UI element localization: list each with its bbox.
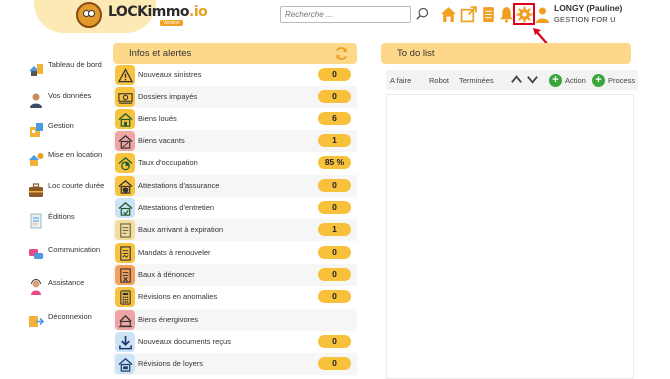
calculator-icon (115, 287, 135, 307)
alert-row-insurance[interactable]: Attestations d'assurance 0 (113, 175, 357, 197)
sidebar-item-rental[interactable]: Mise en location (28, 150, 112, 170)
house-key-icon (115, 109, 135, 129)
suitcase-icon (29, 183, 43, 197)
alert-row-rent-revisions[interactable]: Révisions de loyers 0 (113, 353, 357, 375)
rental-icon (29, 153, 44, 166)
count-badge: 0 (318, 357, 351, 370)
sidebar-item-editions[interactable]: Éditions (28, 212, 112, 232)
count-badge: 1 (318, 134, 351, 147)
mandate-icon (115, 243, 135, 263)
alert-row-rented[interactable]: Biens loués 6 (113, 108, 357, 130)
lease-expiry-icon (115, 220, 135, 240)
user-org: GESTION FOR U (554, 15, 616, 24)
count-badge: 0 (318, 246, 351, 259)
download-icon (115, 332, 135, 352)
count-badge: 0 (318, 90, 351, 103)
alert-row-new-documents[interactable]: Nouveaux documents reçus 0 (113, 331, 357, 353)
sidebar-item-communication[interactable]: Communication (28, 245, 112, 265)
info-panel-title: Infos et alertes (129, 48, 192, 59)
plus-icon: + (592, 73, 605, 87)
search-input[interactable] (280, 6, 411, 23)
mascot-icon (76, 2, 102, 28)
count-badge: 1 (318, 223, 351, 236)
count-badge: 85 % (318, 156, 351, 169)
warning-icon (115, 65, 135, 85)
sidebar-item-dashboard[interactable]: Tableau de bord (28, 60, 112, 80)
sidebar-item-logout[interactable]: Déconnexion (28, 312, 112, 332)
tab-robot[interactable]: Robot (429, 76, 449, 85)
todo-toolbar: A faire Robot Terminées + Action + Proce… (386, 70, 638, 90)
count-badge: 0 (318, 201, 351, 214)
alert-row-maintenance[interactable]: Attestations d'entretien 0 (113, 197, 357, 219)
logout-icon (29, 316, 44, 327)
chevron-up-icon[interactable] (510, 73, 523, 86)
lease-cancel-icon (115, 265, 135, 285)
support-icon (31, 279, 41, 295)
money-icon (115, 87, 135, 107)
occupancy-icon (115, 153, 135, 173)
insurance-icon (115, 176, 135, 196)
alert-row-occupancy[interactable]: Taux d'occupation 85 % (113, 152, 357, 174)
dashboard-icon (29, 64, 43, 76)
maintenance-icon (115, 198, 135, 218)
alert-row-new-claims[interactable]: Nouveaux sinistres 0 (113, 64, 357, 86)
refresh-icon[interactable] (334, 46, 349, 61)
rent-revision-icon (115, 354, 135, 374)
alert-row-vacant[interactable]: Biens vacants 1 (113, 130, 357, 152)
count-badge: 0 (318, 68, 351, 81)
chat-icon (29, 249, 43, 259)
alert-row-energy[interactable]: Biens énergivores (113, 309, 357, 331)
count-badge: 0 (318, 179, 351, 192)
todo-list-content (386, 94, 634, 379)
add-process-button[interactable]: + Process (592, 73, 635, 87)
alert-row-mandates[interactable]: Mandats à renouveler 0 (113, 242, 357, 264)
plus-icon: + (549, 73, 562, 87)
user-name: LONGY (Pauline) (554, 3, 623, 13)
person-icon (30, 93, 42, 108)
home-icon[interactable] (440, 6, 457, 23)
search-icon[interactable] (415, 7, 429, 21)
todo-panel-header: To do list (381, 43, 631, 64)
logo[interactable]: LOCKimmo.io Version (34, 0, 208, 33)
alert-row-anomalies[interactable]: Révisions en anomalies 0 (113, 286, 357, 308)
alert-row-lease-cancel[interactable]: Baux à dénoncer 0 (113, 264, 357, 286)
house-empty-icon (115, 131, 135, 151)
logo-text: LOCKimmo.io (108, 4, 208, 20)
add-action-button[interactable]: + Action (549, 73, 586, 87)
document-icon (30, 213, 42, 229)
external-link-icon[interactable] (460, 6, 477, 23)
gear-icon[interactable] (516, 6, 533, 23)
logo-badge: Version (160, 20, 183, 26)
tab-terminees[interactable]: Terminées (459, 76, 494, 85)
sidebar-item-management[interactable]: Gestion (28, 121, 112, 141)
energy-icon (115, 310, 135, 330)
management-icon (30, 123, 43, 137)
count-badge: 6 (318, 112, 351, 125)
sidebar-item-assistance[interactable]: Assistance (28, 278, 112, 298)
user-icon[interactable] (536, 7, 549, 23)
archive-icon[interactable] (480, 6, 497, 23)
count-badge: 0 (318, 290, 351, 303)
sidebar-item-short-term[interactable]: Loc courte durée (28, 181, 112, 201)
sidebar-item-your-data[interactable]: Vos données (28, 91, 112, 111)
count-badge: 0 (318, 268, 351, 281)
chevron-down-icon[interactable] (526, 73, 539, 86)
tab-a-faire[interactable]: A faire (390, 76, 411, 85)
alert-row-unpaid[interactable]: Dossiers impayés 0 (113, 86, 357, 108)
alert-row-lease-expiry[interactable]: Baux arrivant à expiration 1 (113, 219, 357, 241)
info-panel-header: Infos et alertes (113, 43, 357, 64)
count-badge: 0 (318, 335, 351, 348)
todo-panel-title: To do list (397, 48, 435, 59)
